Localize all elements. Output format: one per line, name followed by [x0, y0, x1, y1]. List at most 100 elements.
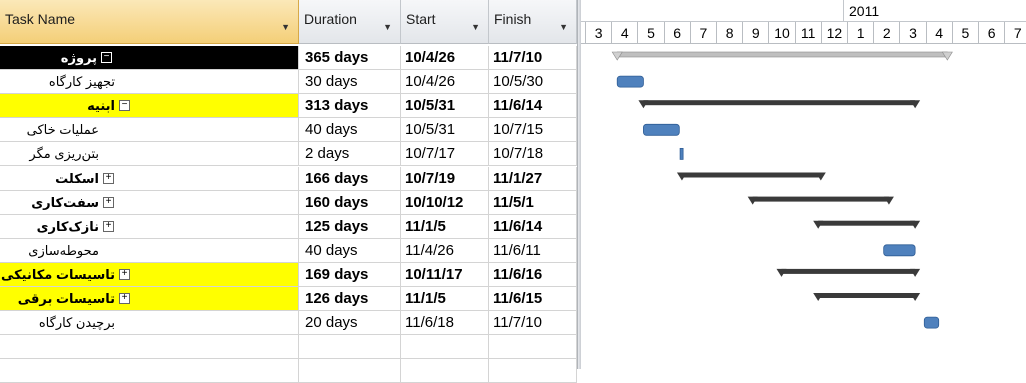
start-cell[interactable]: 10/4/26 — [401, 70, 489, 95]
empty-cell — [489, 335, 577, 360]
table-row[interactable]: ابنیه −313 days 10/5/31 11/6/14 — [0, 94, 577, 119]
duration-cell[interactable]: 2 days — [299, 142, 401, 167]
table-row[interactable]: بتن‌ریزی مگر 2 days 10/7/17 10/7/18 — [0, 142, 577, 167]
task-name-cell[interactable]: تاسیسات برقی + — [0, 287, 299, 311]
start-cell[interactable]: 11/6/18 — [401, 311, 489, 336]
task-name: عملیات خاکی — [26, 122, 99, 138]
table-row[interactable]: تاسیسات مکانیکی +169 days 10/11/17 11/6/16 — [0, 262, 577, 287]
task-bar[interactable] — [643, 123, 680, 136]
column-header-start-label: Start — [406, 11, 436, 27]
start-cell[interactable]: 10/5/31 — [401, 118, 489, 143]
duration-cell[interactable]: 313 days — [299, 94, 401, 119]
finish-cell[interactable]: 11/1/27 — [489, 166, 577, 191]
table-row[interactable]: تجهیز کارگاه 30 days 10/4/26 10/5/30 — [0, 70, 577, 95]
expand-icon[interactable]: + — [119, 268, 130, 280]
gantt-chart: 2011 3 4 5 6 7 8 9 10 11 12 1 2 3 4 5 6 7 — [581, 0, 1026, 369]
start-cell[interactable]: 10/7/19 — [401, 166, 489, 191]
table-row[interactable]: تاسیسات برقی +126 days 11/1/5 11/6/15 — [0, 287, 577, 311]
duration-cell[interactable]: 365 days — [299, 46, 401, 70]
summary-bar[interactable] — [781, 268, 916, 274]
empty-cell — [489, 359, 577, 383]
finish-cell[interactable]: 10/7/15 — [489, 118, 577, 143]
expand-icon[interactable]: + — [119, 293, 130, 304]
start-cell[interactable]: 10/10/12 — [401, 190, 489, 215]
empty-row — [0, 335, 577, 360]
empty-cell — [401, 335, 489, 360]
finish-cell[interactable]: 11/6/15 — [489, 287, 577, 311]
start-cell[interactable]: 11/1/5 — [401, 214, 489, 239]
expand-icon[interactable]: + — [103, 220, 114, 232]
gantt-view: Task Name ▼ Duration ▼ Start ▼ Finish ▼ … — [0, 0, 1026, 383]
task-name-cell[interactable]: اسکلت + — [0, 166, 299, 191]
duration-cell[interactable]: 166 days — [299, 166, 401, 191]
chevron-down-icon[interactable]: ▼ — [471, 22, 480, 32]
column-header-task-name[interactable]: Task Name ▼ — [0, 0, 299, 44]
finish-cell[interactable]: 11/7/10 — [489, 46, 577, 70]
duration-cell[interactable]: 125 days — [299, 214, 401, 239]
task-name-cell[interactable]: ابنیه − — [0, 94, 299, 119]
column-header-finish[interactable]: Finish ▼ — [489, 0, 577, 44]
task-name-cell[interactable]: عملیات خاکی — [0, 118, 299, 143]
table-row[interactable]: عملیات خاکی 40 days 10/5/31 10/7/15 — [0, 118, 577, 143]
table-row[interactable]: پروژه −365 days 10/4/26 11/7/10 — [0, 46, 577, 70]
table-row[interactable]: سفت‌کاری +160 days 10/10/12 11/5/1 — [0, 190, 577, 215]
expand-icon[interactable]: + — [103, 196, 114, 208]
task-bar[interactable] — [923, 316, 940, 329]
duration-cell[interactable]: 126 days — [299, 287, 401, 311]
task-name-cell[interactable]: بتن‌ریزی مگر — [0, 142, 299, 167]
collapse-icon[interactable]: − — [101, 52, 112, 63]
finish-cell[interactable]: 10/7/18 — [489, 142, 577, 167]
start-cell[interactable]: 10/7/17 — [401, 142, 489, 167]
summary-bar[interactable] — [818, 293, 916, 298]
duration-cell[interactable]: 40 days — [299, 238, 401, 263]
start-cell[interactable]: 10/4/26 — [401, 46, 489, 70]
task-name-cell[interactable]: سفت‌کاری + — [0, 190, 299, 215]
chevron-down-icon[interactable]: ▼ — [559, 22, 568, 32]
task-name-cell[interactable]: پروژه − — [0, 46, 299, 70]
task-name-cell[interactable]: برچیدن کارگاه — [0, 311, 299, 336]
task-bar[interactable] — [679, 147, 684, 160]
task-name-cell[interactable]: محوطه‌سازی — [0, 238, 299, 263]
start-cell[interactable]: 10/11/17 — [401, 262, 489, 287]
duration-cell[interactable]: 169 days — [299, 262, 401, 287]
finish-cell[interactable]: 11/6/14 — [489, 214, 577, 239]
column-header-start[interactable]: Start ▼ — [401, 0, 489, 44]
task-name: برچیدن کارگاه — [38, 315, 115, 331]
empty-cell — [299, 335, 401, 360]
duration-cell[interactable]: 30 days — [299, 70, 401, 95]
collapse-icon[interactable]: − — [119, 100, 130, 112]
task-name-cell[interactable]: تاسیسات مکانیکی + — [0, 262, 299, 287]
start-cell[interactable]: 10/5/31 — [401, 94, 489, 119]
summary-bar[interactable] — [752, 196, 889, 202]
column-header-duration[interactable]: Duration ▼ — [299, 0, 401, 44]
finish-cell[interactable]: 11/6/14 — [489, 94, 577, 119]
summary-bar[interactable] — [643, 100, 916, 106]
finish-cell[interactable]: 11/5/1 — [489, 190, 577, 215]
task-bar[interactable] — [616, 75, 644, 88]
chevron-down-icon[interactable]: ▼ — [383, 22, 392, 32]
chevron-down-icon[interactable]: ▼ — [281, 22, 290, 32]
finish-cell[interactable]: 11/6/16 — [489, 262, 577, 287]
summary-bar[interactable] — [681, 172, 821, 178]
duration-cell[interactable]: 40 days — [299, 118, 401, 143]
table-row[interactable]: محوطه‌سازی 40 days 11/4/26 11/6/11 — [0, 238, 577, 263]
start-cell[interactable]: 11/1/5 — [401, 287, 489, 311]
project-summary-bar[interactable] — [616, 51, 948, 58]
start-cell[interactable]: 11/4/26 — [401, 238, 489, 263]
table-row[interactable]: نازک‌کاری +125 days 11/1/5 11/6/14 — [0, 214, 577, 239]
task-name-cell[interactable]: تجهیز کارگاه — [0, 70, 299, 95]
summary-bar[interactable] — [818, 220, 916, 226]
duration-cell[interactable]: 160 days — [299, 190, 401, 215]
gantt-bars — [611, 51, 953, 329]
duration-cell[interactable]: 20 days — [299, 311, 401, 336]
finish-cell[interactable]: 10/5/30 — [489, 70, 577, 95]
task-bar[interactable] — [883, 244, 916, 257]
task-name-cell[interactable]: نازک‌کاری + — [0, 214, 299, 239]
table-row[interactable]: اسکلت +166 days 10/7/19 11/1/27 — [0, 166, 577, 191]
task-name: محوطه‌سازی — [28, 242, 99, 258]
finish-cell[interactable]: 11/7/10 — [489, 311, 577, 336]
table-row[interactable]: برچیدن کارگاه 20 days 11/6/18 11/7/10 — [0, 311, 577, 336]
finish-cell[interactable]: 11/6/11 — [489, 238, 577, 263]
expand-icon[interactable]: + — [103, 172, 114, 184]
column-header-finish-label: Finish — [494, 11, 532, 27]
